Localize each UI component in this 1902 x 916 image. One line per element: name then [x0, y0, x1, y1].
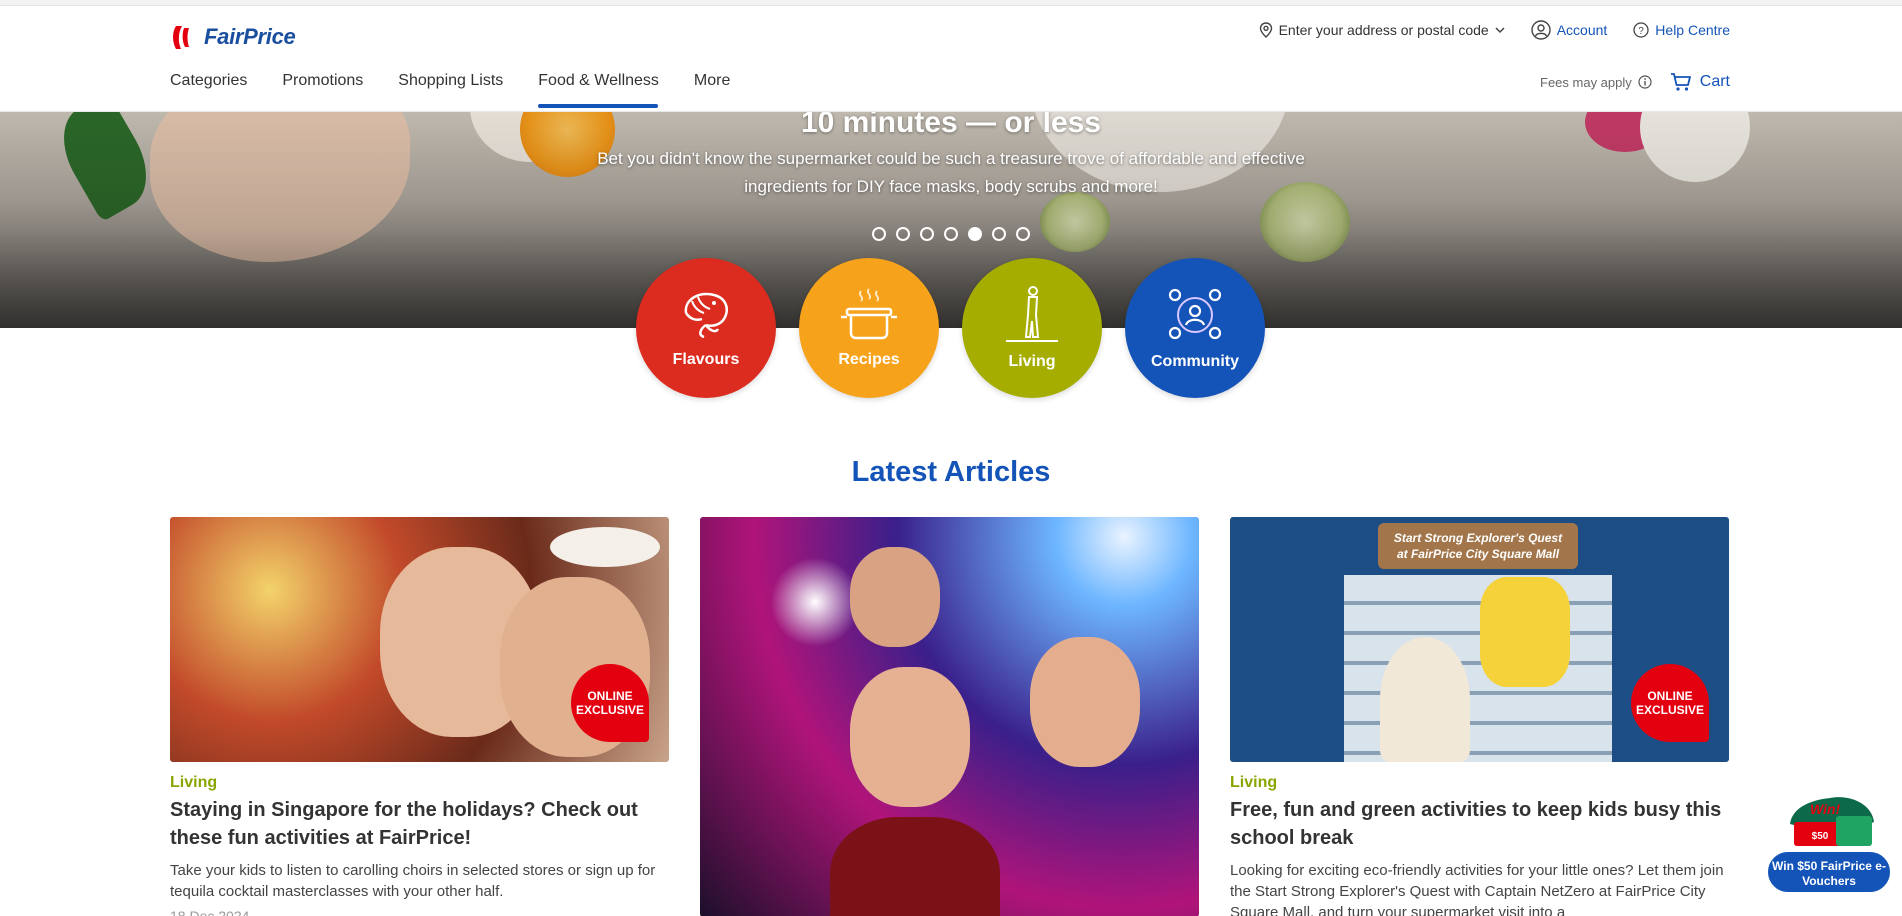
carousel-dot-3[interactable]: [920, 227, 934, 241]
nav-categories[interactable]: Categories: [170, 72, 265, 108]
fairprice-logo[interactable]: FairPrice: [170, 22, 296, 52]
category-circles: Flavours Recipes Living Community: [636, 258, 1265, 398]
article-date: 18 Dec 2024: [170, 908, 250, 916]
article-card[interactable]: [700, 517, 1199, 916]
person-icon: [1006, 286, 1058, 342]
article-description: Looking for exciting eco-friendly activi…: [1230, 862, 1724, 916]
svg-text:?: ?: [1639, 26, 1645, 37]
help-icon: ?: [1633, 22, 1649, 38]
address-placeholder: Enter your address or postal code: [1278, 22, 1489, 38]
community-icon: [1168, 288, 1222, 340]
win-voucher-art-icon: Win! $50: [1790, 797, 1874, 846]
cart-icon: [1670, 73, 1691, 91]
category-flavours[interactable]: Flavours: [636, 258, 776, 398]
banner-line-1: Start Strong Explorer's Quest: [1393, 531, 1563, 545]
evoucher-promo-label[interactable]: Win $50 FairPrice e-Vouchers: [1766, 850, 1892, 894]
account-link[interactable]: Account: [1531, 20, 1608, 40]
carousel-dots: [872, 227, 1030, 241]
pot-icon: [841, 288, 897, 340]
article-card[interactable]: Start Strong Explorer's Quest at FairPri…: [1230, 517, 1729, 916]
article-description: Take your kids to listen to carolling ch…: [170, 862, 656, 900]
fees-info[interactable]: Fees may apply: [1540, 75, 1652, 90]
category-label: Living: [1008, 353, 1056, 370]
category-label: Recipes: [838, 351, 900, 368]
location-pin-icon: [1259, 22, 1272, 38]
help-label: Help Centre: [1655, 22, 1730, 38]
article-image[interactable]: ONLINE EXCLUSIVE: [170, 517, 669, 762]
banner-line-2: at FairPrice City Square Mall: [1396, 547, 1560, 561]
category-label: Flavours: [672, 351, 740, 368]
carousel-dot-1[interactable]: [872, 227, 886, 241]
category-community[interactable]: Community: [1125, 258, 1265, 398]
latest-articles-title: Latest Articles: [851, 456, 1051, 488]
user-icon: [1531, 20, 1551, 40]
address-selector[interactable]: Enter your address or postal code: [1259, 22, 1505, 38]
main-nav: Categories Promotions Shopping Lists Foo…: [170, 72, 765, 108]
account-label: Account: [1556, 22, 1608, 38]
article-image[interactable]: Start Strong Explorer's Quest at FairPri…: [1230, 517, 1729, 762]
online-exclusive-badge: ONLINE EXCLUSIVE: [1631, 664, 1709, 742]
nav-promotions[interactable]: Promotions: [282, 72, 381, 108]
carousel-dot-4[interactable]: [944, 227, 958, 241]
article-tag[interactable]: Living: [1230, 774, 1729, 792]
article-tag[interactable]: Living: [170, 774, 669, 792]
article-title[interactable]: Staying in Singapore for the holidays? C…: [170, 796, 669, 852]
image-decor-kid: [1380, 637, 1470, 762]
nav-right: Fees may apply Cart: [1540, 72, 1730, 92]
image-banner: Start Strong Explorer's Quest at FairPri…: [1378, 523, 1578, 569]
svg-text:$50: $50: [1812, 831, 1829, 842]
utility-bar: Enter your address or postal code Accoun…: [1259, 20, 1730, 40]
image-decor-face-2: [1030, 637, 1140, 767]
cart-label: Cart: [1699, 73, 1730, 90]
cart-button[interactable]: Cart: [1670, 72, 1730, 92]
nav-more[interactable]: More: [694, 72, 748, 108]
evoucher-promo-widget[interactable]: Win! $50 Win $50 FairPrice e-Vouchers: [1766, 794, 1892, 894]
hero-subtitle: Bet you didn't know the supermarket coul…: [597, 149, 1305, 196]
svg-text:Win!: Win!: [1810, 801, 1841, 817]
image-decor-light: [770, 557, 860, 647]
logo-text: FairPrice: [204, 24, 296, 49]
chevron-down-icon: [1495, 26, 1505, 33]
hero-title: 10 minutes — or less: [800, 112, 1102, 139]
help-centre-link[interactable]: ? Help Centre: [1633, 22, 1730, 38]
nav-food-wellness[interactable]: Food & Wellness: [538, 72, 677, 108]
online-exclusive-badge: ONLINE EXCLUSIVE: [571, 664, 649, 742]
image-decor-face-3: [850, 547, 940, 647]
shrimp-icon: [684, 292, 728, 339]
nav-shopping-lists[interactable]: Shopping Lists: [398, 72, 521, 108]
carousel-dot-6[interactable]: [992, 227, 1006, 241]
category-recipes[interactable]: Recipes: [799, 258, 939, 398]
image-decor-face: [850, 667, 970, 807]
carousel-dot-5-active[interactable]: [968, 227, 982, 241]
carousel-dot-2[interactable]: [896, 227, 910, 241]
site-header: FairPrice Enter your address or postal c…: [0, 6, 1902, 112]
article-title[interactable]: Free, fun and green activities to keep k…: [1230, 796, 1729, 852]
category-living[interactable]: Living: [962, 258, 1102, 398]
category-label: Community: [1151, 353, 1239, 370]
fairprice-logo-icon: [173, 26, 189, 49]
fees-label: Fees may apply: [1540, 74, 1632, 90]
image-decor-headband: [550, 527, 660, 567]
article-image[interactable]: [700, 517, 1199, 916]
article-card[interactable]: ONLINE EXCLUSIVE Living Staying in Singa…: [170, 517, 669, 916]
info-icon: [1638, 75, 1652, 89]
image-decor-dress: [830, 817, 1000, 916]
image-decor-mascot: [1480, 577, 1570, 687]
carousel-dot-7[interactable]: [1016, 227, 1030, 241]
